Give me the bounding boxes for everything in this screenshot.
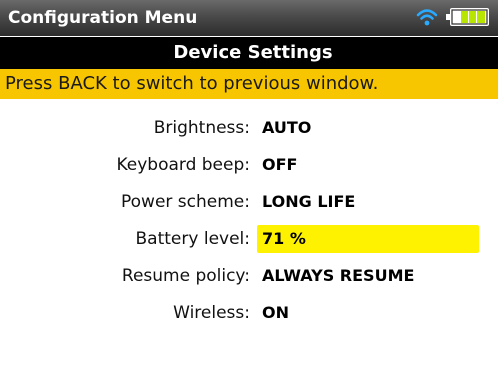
- setting-label: Battery level:: [135, 229, 250, 249]
- setting-value-power-scheme[interactable]: LONG LIFE: [257, 188, 479, 216]
- setting-value-brightness[interactable]: AUTO: [257, 114, 479, 142]
- setting-row-keyboard-beep[interactable]: Keyboard beep: OFF: [0, 150, 498, 187]
- wifi-icon: [416, 7, 438, 27]
- setting-label: Wireless:: [173, 303, 250, 323]
- setting-value-keyboard-beep[interactable]: OFF: [257, 151, 479, 179]
- device-screen: Configuration Menu Device Settings Press…: [0, 0, 498, 378]
- setting-value-wireless[interactable]: ON: [257, 299, 479, 327]
- setting-row-power-scheme[interactable]: Power scheme: LONG LIFE: [0, 187, 498, 224]
- setting-value-resume-policy[interactable]: ALWAYS RESUME: [257, 262, 479, 290]
- setting-label: Resume policy:: [121, 266, 250, 286]
- setting-label: Power scheme:: [121, 192, 250, 212]
- hint-bar: Press BACK to switch to previous window.: [0, 69, 498, 99]
- page-title: Device Settings: [173, 42, 333, 63]
- setting-row-wireless[interactable]: Wireless: ON: [0, 298, 498, 335]
- page-header: Device Settings: [0, 37, 498, 69]
- setting-label: Keyboard beep:: [116, 155, 250, 175]
- battery-icon: [446, 8, 490, 26]
- title-bar: Configuration Menu: [0, 0, 498, 36]
- setting-value-battery-level[interactable]: 71 %: [257, 225, 479, 253]
- setting-row-battery-level[interactable]: Battery level: 71 %: [0, 224, 498, 261]
- settings-list: Brightness: AUTO Keyboard beep: OFF Powe…: [0, 113, 498, 335]
- setting-label: Brightness:: [153, 118, 250, 138]
- setting-row-resume-policy[interactable]: Resume policy: ALWAYS RESUME: [0, 261, 498, 298]
- hint-text: Press BACK to switch to previous window.: [5, 73, 379, 94]
- window-title: Configuration Menu: [8, 8, 198, 28]
- setting-row-brightness[interactable]: Brightness: AUTO: [0, 113, 498, 150]
